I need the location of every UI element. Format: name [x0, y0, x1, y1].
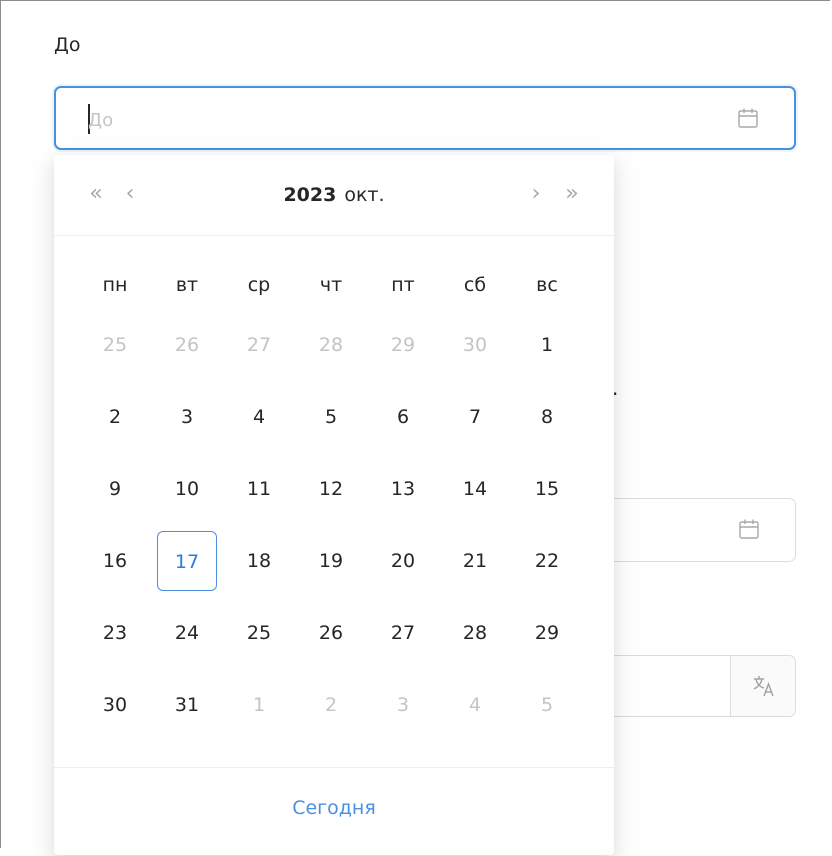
calendar-day[interactable]: 18: [229, 531, 289, 591]
calendar-day[interactable]: 28: [445, 603, 505, 663]
calendar-day[interactable]: 16: [85, 531, 145, 591]
calendar-icon[interactable]: [736, 106, 760, 130]
calendar-day[interactable]: 30: [445, 315, 505, 375]
calendar-day[interactable]: 3: [157, 387, 217, 447]
month-selector[interactable]: окт.: [344, 184, 384, 206]
calendar-day[interactable]: 29: [373, 315, 433, 375]
calendar-day[interactable]: 15: [517, 459, 577, 519]
weekday-label: пн: [102, 274, 128, 296]
calendar-day[interactable]: 14: [445, 459, 505, 519]
calendar-day[interactable]: 26: [157, 315, 217, 375]
calendar-day[interactable]: 10: [157, 459, 217, 519]
calendar-day[interactable]: 8: [517, 387, 577, 447]
weekday-header-row: пн вт ср чт пт сб вс: [78, 265, 590, 305]
calendar-day[interactable]: 26: [301, 603, 361, 663]
calendar-day[interactable]: 25: [229, 603, 289, 663]
calendar-day[interactable]: 19: [301, 531, 361, 591]
date-input-field[interactable]: [86, 104, 690, 136]
calendar-day[interactable]: 13: [373, 459, 433, 519]
calendar-day[interactable]: 4: [445, 675, 505, 735]
weekday-label: вс: [536, 274, 558, 296]
translate-icon: [753, 676, 774, 697]
picker-header: « ‹ 2023 окт. › »: [54, 155, 614, 236]
calendar-day[interactable]: 28: [301, 315, 361, 375]
weekday-label: сб: [463, 274, 487, 296]
next-year-button[interactable]: »: [558, 177, 586, 211]
calendar-day[interactable]: 29: [517, 603, 577, 663]
calendar-day[interactable]: 3: [373, 675, 433, 735]
calendar-day[interactable]: 7: [445, 387, 505, 447]
today-button[interactable]: Сегодня: [54, 790, 614, 826]
calendar-day[interactable]: 24: [157, 603, 217, 663]
date-picker-popup: « ‹ 2023 окт. › » пн вт ср чт пт сб вс 25 26 27 28…: [54, 155, 614, 855]
calendar-day[interactable]: 2: [301, 675, 361, 735]
background-text-field[interactable]: [598, 655, 796, 717]
calendar-day[interactable]: 25: [85, 315, 145, 375]
next-month-button[interactable]: ›: [522, 177, 550, 211]
translate-addon[interactable]: [730, 656, 795, 716]
prev-year-button[interactable]: «: [82, 177, 110, 211]
date-input[interactable]: [54, 86, 796, 150]
calendar-day[interactable]: 23: [85, 603, 145, 663]
calendar-day[interactable]: 27: [229, 315, 289, 375]
prev-month-button[interactable]: ‹: [116, 177, 144, 211]
calendar-day[interactable]: 22: [517, 531, 577, 591]
calendar-day[interactable]: 12: [301, 459, 361, 519]
calendar-day[interactable]: 27: [373, 603, 433, 663]
field-label: До: [54, 34, 81, 56]
background-date-field[interactable]: [598, 498, 796, 562]
calendar-day[interactable]: 9: [85, 459, 145, 519]
calendar-day[interactable]: 30: [85, 675, 145, 735]
picker-title: 2023 окт.: [234, 177, 434, 213]
year-selector[interactable]: 2023: [283, 184, 336, 206]
calendar-day[interactable]: 2: [85, 387, 145, 447]
weekday-label: пт: [391, 274, 415, 296]
calendar-day[interactable]: 5: [301, 387, 361, 447]
weekday-label: вт: [175, 274, 199, 296]
weekday-label: чт: [319, 274, 343, 296]
calendar-day[interactable]: 4: [229, 387, 289, 447]
calendar-day[interactable]: 6: [373, 387, 433, 447]
calendar-day[interactable]: 21: [445, 531, 505, 591]
calendar-day[interactable]: 11: [229, 459, 289, 519]
calendar-day[interactable]: 5: [517, 675, 577, 735]
calendar-day-today[interactable]: 17: [157, 531, 217, 591]
calendar-day[interactable]: 20: [373, 531, 433, 591]
calendar-day[interactable]: 1: [517, 315, 577, 375]
weekday-label: ср: [247, 274, 271, 296]
calendar-day[interactable]: 1: [229, 675, 289, 735]
calendar-day[interactable]: 31: [157, 675, 217, 735]
calendar-icon[interactable]: [737, 517, 761, 541]
picker-footer: Сегодня: [54, 767, 614, 856]
calendar-grid: 25 26 27 28 29 30 1 2 3 4 5 6 7 8 9 10 11 12 13 14 15 16 17 18 1…: [78, 315, 590, 755]
